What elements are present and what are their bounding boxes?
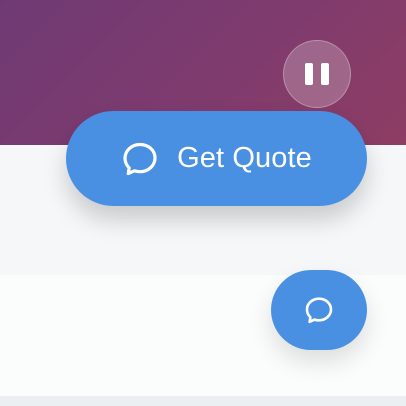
pause-icon xyxy=(305,62,329,86)
pause-bar-left xyxy=(305,63,313,85)
pause-button[interactable] xyxy=(283,40,351,108)
screen: Get Quote xyxy=(0,0,406,406)
chat-fab[interactable] xyxy=(271,270,367,350)
pause-bar-right xyxy=(321,63,329,85)
chat-bubble-icon xyxy=(123,142,157,175)
get-quote-button[interactable]: Get Quote xyxy=(66,111,367,206)
bottom-strip xyxy=(0,396,406,406)
get-quote-label: Get Quote xyxy=(177,142,312,174)
chat-bubble-icon xyxy=(305,297,333,324)
